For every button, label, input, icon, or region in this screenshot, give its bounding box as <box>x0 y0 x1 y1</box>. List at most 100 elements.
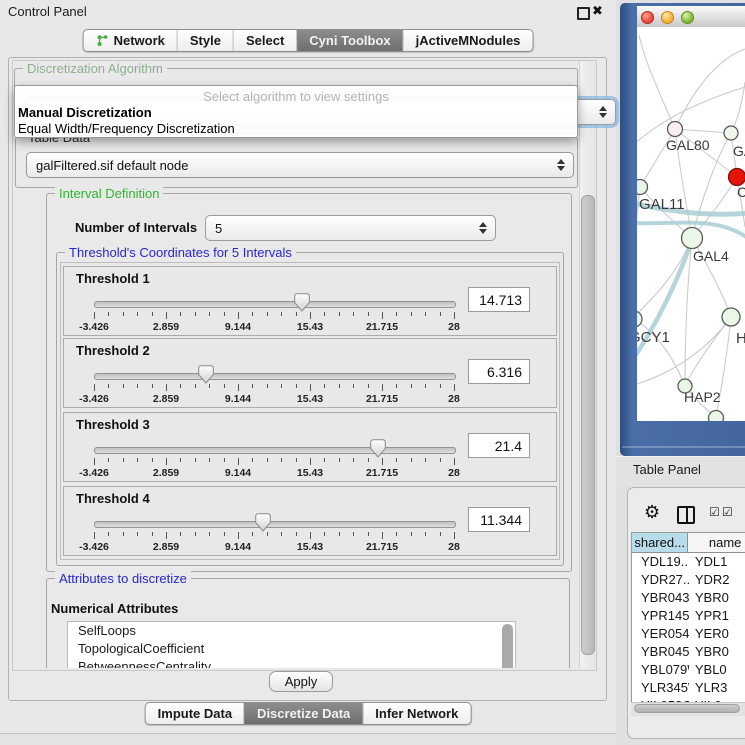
close-traffic-light[interactable] <box>641 11 654 24</box>
cell-name[interactable]: YDL1 <box>689 553 745 571</box>
number-of-intervals-combobox[interactable]: 5 <box>205 215 496 241</box>
tab-discretize-data[interactable]: Discretize Data <box>244 703 362 724</box>
tab-label: Style <box>190 33 221 48</box>
scale-label: 9.144 <box>225 393 251 405</box>
cell-name[interactable]: YBR0 <box>689 643 745 661</box>
slider-thumb[interactable] <box>198 365 214 384</box>
threshold-label: Threshold 1 <box>76 271 150 286</box>
float-window-icon[interactable] <box>577 7 590 20</box>
split-columns-icon[interactable] <box>677 506 695 524</box>
slider-ticks <box>94 384 454 392</box>
cell-shared-name[interactable]: YBL079W <box>632 661 689 679</box>
network-graph <box>637 27 745 421</box>
cell-shared-name[interactable]: YLR345W <box>632 679 689 697</box>
table-row[interactable]: YLR345WYLR3 <box>632 679 745 697</box>
screenshot-root: Control Panel ✖ Network Style SelectCyni T… <box>0 0 745 745</box>
tab-jactivemnodules[interactable]: jActiveMNodules <box>403 30 533 51</box>
close-icon[interactable]: ✖ <box>592 3 603 19</box>
tab-style[interactable]: Style <box>177 30 233 51</box>
threshold-panel: Threshold 2 -3.4262.8599.14415.4321.7152… <box>63 338 557 408</box>
vertical-scrollbar-thumb[interactable] <box>581 195 595 655</box>
slider-track[interactable] <box>94 373 456 380</box>
cell-shared-name[interactable]: YBR043C <box>632 589 689 607</box>
cell-name[interactable]: YLR3 <box>689 679 745 697</box>
tab-label: Discretize Data <box>257 706 350 721</box>
cell-shared-name[interactable]: YER054C <box>632 625 689 643</box>
table-row[interactable]: YPR145WYPR1 <box>632 607 745 625</box>
slider-track[interactable] <box>94 447 456 454</box>
network-node-label: HAP2 <box>684 389 721 405</box>
network-node-label: GAL4 <box>693 248 729 264</box>
column-header-name[interactable]: name <box>688 533 745 553</box>
cell-shared-name[interactable]: YDL19... <box>632 553 689 571</box>
threshold-value-field[interactable]: 21.4 <box>468 433 530 458</box>
network-canvas[interactable]: GAL80GACGAL11GAL4GCY1HHAP2 <box>637 27 745 421</box>
attribute-item[interactable]: TopologicalCoefficient <box>68 640 515 658</box>
cell-name[interactable]: YBL0 <box>689 661 745 679</box>
table-row[interactable]: YDR27...YDR2 <box>632 571 745 589</box>
apply-button[interactable]: Apply <box>269 671 333 692</box>
spinner-arrows-icon <box>557 159 565 171</box>
numerical-attributes-label: Numerical Attributes <box>51 601 178 616</box>
table-data-combobox[interactable]: galFiltered.sif default node <box>26 152 574 178</box>
threshold-value-field[interactable]: 6.316 <box>468 359 530 384</box>
table-row[interactable]: YDL19...YDL1 <box>632 553 745 571</box>
scale-label: 21.715 <box>366 541 398 553</box>
network-node-label: GCY1 <box>637 329 670 346</box>
cell-name[interactable]: YBR0 <box>689 589 745 607</box>
table-row[interactable]: YBR043CYBR0 <box>632 589 745 607</box>
tab-cyni-toolbox[interactable]: Cyni Toolbox <box>296 30 402 51</box>
cell-name[interactable]: YPR1 <box>689 607 745 625</box>
threshold-value-field[interactable]: 11.344 <box>468 507 530 532</box>
network-node-label: GA <box>733 143 745 159</box>
table-data-combobox-value: galFiltered.sif default node <box>36 158 188 173</box>
horizontal-scrollbar-thumb[interactable] <box>634 704 740 713</box>
network-node-label: GAL11 <box>639 196 685 213</box>
scale-label: 15.43 <box>297 541 323 553</box>
network-node-label: GAL80 <box>666 137 710 153</box>
checkbox-icon[interactable]: ☑ <box>709 505 720 519</box>
slider-ticks <box>94 458 454 466</box>
tab-network[interactable]: Network <box>84 30 177 51</box>
attribute-item[interactable]: SelfLoops <box>68 622 515 640</box>
minimize-traffic-light[interactable] <box>661 11 674 24</box>
slider-scale-labels: -3.4262.8599.14415.4321.71528 <box>94 541 454 553</box>
algorithm-option[interactable]: Equal Width/Frequency Discretization <box>18 121 235 136</box>
cell-shared-name[interactable]: YBR045C <box>632 643 689 661</box>
tab-label: jActiveMNodules <box>416 33 521 48</box>
attribute-item[interactable]: BetweennessCentrality <box>68 658 515 668</box>
slider-track[interactable] <box>94 521 456 528</box>
threshold-label: Threshold 4 <box>76 491 150 506</box>
cell-shared-name[interactable]: YPR145W <box>632 607 689 625</box>
slider-thumb[interactable] <box>370 439 386 458</box>
tab-select[interactable]: Select <box>233 30 296 51</box>
slider-thumb[interactable] <box>294 293 310 312</box>
zoom-traffic-light[interactable] <box>681 11 694 24</box>
checkbox-icon[interactable]: ☑ <box>722 505 733 519</box>
scale-label: -3.426 <box>79 321 109 333</box>
gear-icon[interactable]: ⚙ <box>644 502 660 523</box>
slider-thumb[interactable] <box>255 513 271 532</box>
table-row[interactable]: YBL079WYBL0 <box>632 661 745 679</box>
control-panel-titlebar[interactable]: Control Panel ✖ <box>0 0 616 24</box>
table-row[interactable]: YBR045CYBR0 <box>632 643 745 661</box>
cell-shared-name[interactable]: YDR27... <box>632 571 689 589</box>
numerical-attributes-list[interactable]: SelfLoopsTopologicalCoefficientBetweenne… <box>67 621 516 668</box>
threshold-label: Threshold 2 <box>76 343 150 358</box>
slider-ticks <box>94 532 454 540</box>
threshold-panel: Threshold 4 -3.4262.8599.14415.4321.7152… <box>63 486 557 556</box>
tab-infer-network[interactable]: Infer Network <box>362 703 470 724</box>
node-table[interactable]: shared... name YDL19...YDL1YDR27...YDR2Y… <box>631 532 745 703</box>
scale-label: 15.43 <box>297 467 323 479</box>
table-row[interactable]: YER054CYER0 <box>632 625 745 643</box>
cell-name[interactable]: YDR2 <box>689 571 745 589</box>
cell-name[interactable]: YER0 <box>689 625 745 643</box>
threshold-value-field[interactable]: 14.713 <box>468 287 530 312</box>
tab-impute-data[interactable]: Impute Data <box>146 703 244 724</box>
list-scrollbar[interactable] <box>502 624 513 668</box>
column-header-shared[interactable]: shared... <box>632 533 688 553</box>
network-node-red <box>729 169 745 186</box>
algorithm-option[interactable]: Manual Discretization <box>18 105 152 120</box>
slider-track[interactable] <box>94 301 456 308</box>
tab-label: Impute Data <box>158 706 232 721</box>
